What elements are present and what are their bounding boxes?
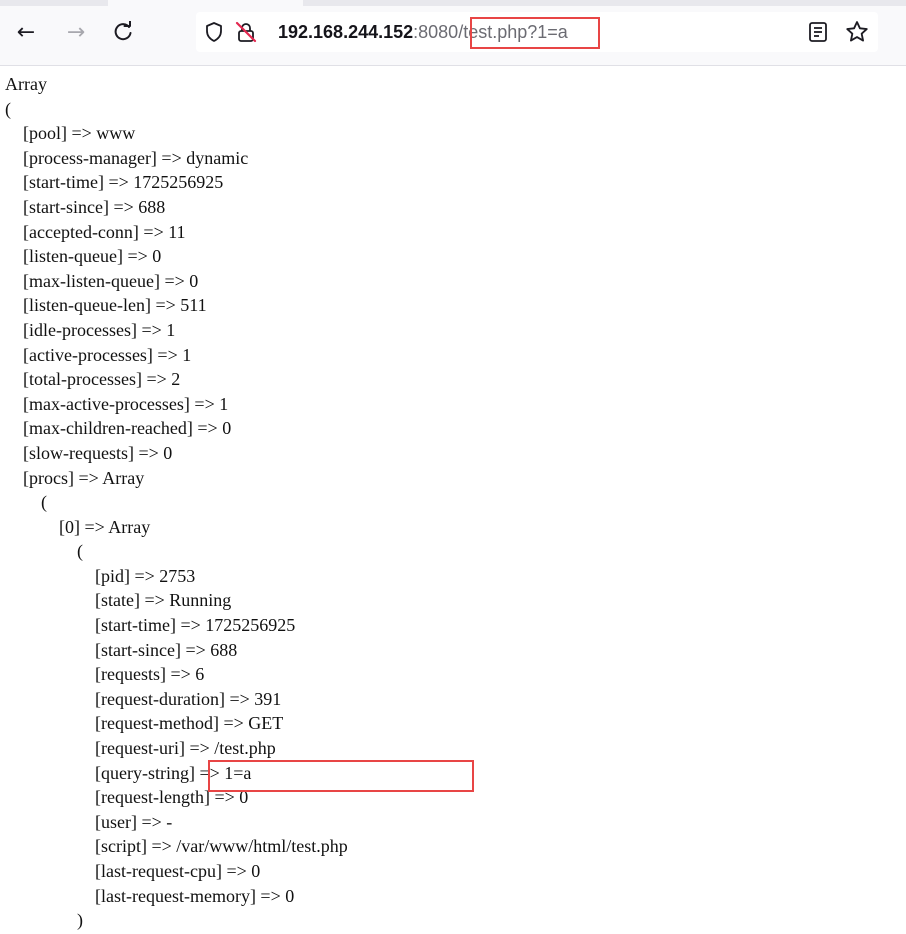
back-button[interactable]: ← (8, 14, 44, 50)
dump-line: [request-uri] => /test.php (5, 738, 276, 759)
dump-line: [max-listen-queue] => 0 (5, 270, 199, 291)
dump-line: [listen-queue] => 0 (5, 246, 162, 267)
dump-line: [request-method] => GET (5, 713, 284, 734)
dump-line: [max-children-reached] => 0 (5, 418, 232, 439)
active-tab[interactable] (108, 0, 303, 6)
dump-line: ) (5, 910, 83, 931)
query-string-highlight-box (208, 760, 474, 792)
dump-line: [start-since] => 688 (5, 639, 238, 660)
dump-line: [total-processes] => 2 (5, 369, 181, 390)
dump-line: [pool] => www (5, 123, 136, 144)
browser-toolbar: ← → 192.168.244.152:8080/test.php?1=a (0, 0, 906, 66)
dump-line: [last-request-memory] => 0 (5, 885, 295, 906)
insecure-lock-icon[interactable] (234, 20, 258, 44)
dump-line: Array (5, 74, 47, 94)
dump-line: [user] => - (5, 811, 173, 832)
page-content: Array ( [pool] => www [process-manager] =… (0, 66, 906, 934)
dump-line: ( (5, 98, 11, 119)
php-array-dump: Array ( [pool] => www [process-manager] =… (0, 66, 906, 933)
forward-arrow-icon: → (66, 19, 86, 45)
dump-line: [slow-requests] => 0 (5, 442, 173, 463)
reload-icon (114, 21, 132, 41)
back-arrow-icon: ← (16, 19, 36, 45)
dump-line: [pid] => 2753 (5, 565, 196, 586)
reader-view-icon[interactable] (806, 20, 830, 44)
shield-icon[interactable] (202, 20, 226, 44)
tab-strip (0, 0, 906, 6)
dump-line: [start-time] => 1725256925 (5, 615, 296, 636)
dump-line: [procs] => Array (5, 467, 145, 488)
dump-line: [state] => Running (5, 590, 232, 611)
forward-button[interactable]: → (58, 14, 94, 50)
dump-line: ( (5, 541, 83, 562)
url-port: :8080 (413, 22, 459, 42)
dump-line: [accepted-conn] => 11 (5, 221, 186, 242)
dump-line: ( (5, 492, 47, 513)
dump-line: [listen-queue-len] => 511 (5, 295, 207, 316)
dump-line: [requests] => 6 (5, 664, 205, 685)
dump-line: [process-manager] => dynamic (5, 147, 249, 168)
url-host: 192.168.244.152 (278, 22, 414, 42)
dump-line: [request-duration] => 391 (5, 688, 282, 709)
dump-line: [idle-processes] => 1 (5, 319, 176, 340)
dump-line: [start-time] => 1725256925 (5, 172, 224, 193)
dump-line: [active-processes] => 1 (5, 344, 192, 365)
dump-line: [max-active-processes] => 1 (5, 393, 229, 414)
reload-button[interactable] (105, 14, 141, 50)
url-path-highlight-box (470, 17, 600, 49)
dump-line: [last-request-cpu] => 0 (5, 861, 261, 881)
bookmark-star-icon[interactable] (844, 19, 870, 45)
dump-line: [0] => Array (5, 516, 151, 537)
dump-line: [script] => /var/www/html/test.php (5, 836, 348, 857)
dump-line: [start-since] => 688 (5, 196, 166, 217)
